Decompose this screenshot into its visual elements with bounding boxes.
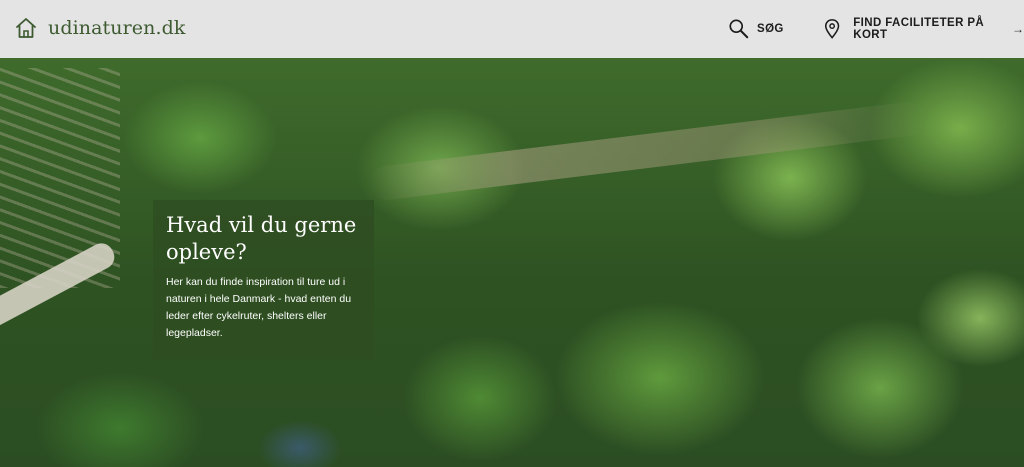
find-facilities-label: FIND FACILITETER PÅ KORT — [853, 17, 985, 41]
arrow-right-icon: → — [1012, 22, 1024, 36]
map-pin-icon — [824, 19, 840, 39]
site-header: udinaturen.dk SØG FIND FACILITETER PÅ KO… — [0, 0, 1024, 58]
hero-title: Hvad vil du gerne opleve? — [166, 213, 357, 264]
search-icon — [729, 19, 749, 39]
logo-text: udinaturen.dk — [48, 17, 186, 39]
hero-description: Her kan du finde inspiration til ture ud… — [166, 276, 352, 339]
search-button[interactable]: SØG — [728, 17, 784, 41]
site-logo[interactable]: udinaturen.dk — [14, 14, 186, 42]
hero-info-card: Hvad vil du gerne opleve? Her kan du fin… — [153, 200, 374, 359]
forest-path — [367, 99, 928, 202]
find-facilities-map-link[interactable]: FIND FACILITETER PÅ KORT → — [823, 16, 1024, 42]
home-icon — [16, 18, 36, 38]
search-label: SØG — [757, 23, 784, 35]
